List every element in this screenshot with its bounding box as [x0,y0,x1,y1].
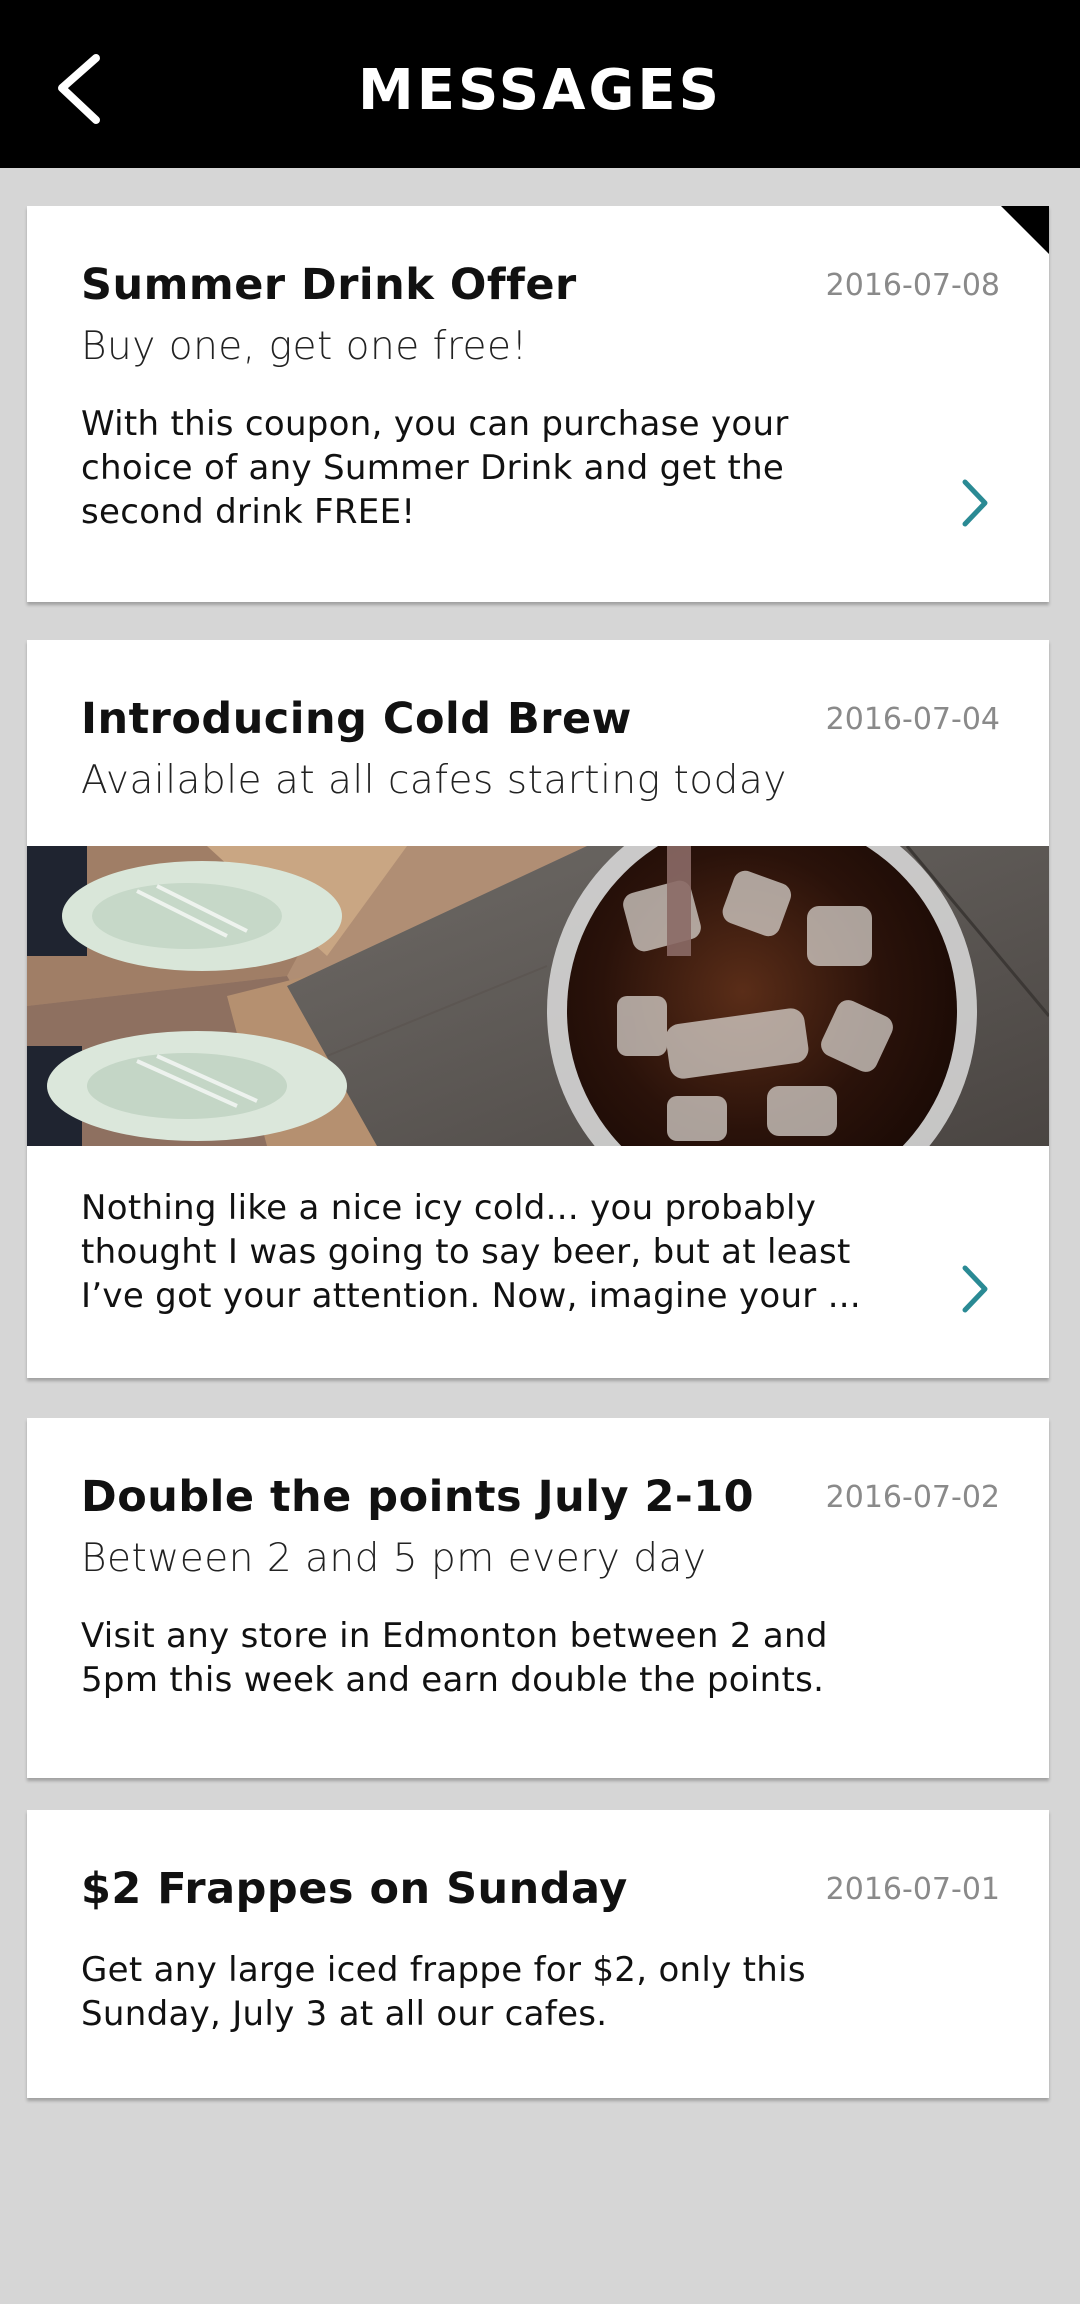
top-bar: MESSAGES [0,0,1080,168]
message-body-line: I’ve got your attention. Now, imagine yo… [81,1276,862,1316]
message-body-line: With this coupon, you can purchase your [81,404,789,444]
message-body: Nothing like a nice icy cold... you prob… [81,1186,901,1318]
message-body-line: thought I was going to say beer, but at … [81,1232,851,1272]
message-body-line: second drink FREE! [81,492,416,532]
message-body: With this coupon, you can purchase your … [81,402,901,534]
message-body: Get any large iced frappe for $2, only t… [81,1948,901,2036]
message-body: Visit any store in Edmonton between 2 an… [81,1614,901,1702]
message-card-cold-brew[interactable]: Introducing Cold Brew 2016-07-04 Availab… [27,640,1049,1378]
page-title: MESSAGES [357,58,723,123]
message-subtitle: Buy one, get one free! [81,324,528,369]
chevron-right-icon[interactable] [957,476,993,530]
cold-brew-photo [27,846,1049,1146]
message-card-frappes[interactable]: $2 Frappes on Sunday 2016-07-01 Get any … [27,1810,1049,2098]
message-body-line: Nothing like a nice icy cold... you prob… [81,1188,817,1228]
message-title: Introducing Cold Brew [81,694,632,744]
message-body-line: choice of any Summer Drink and get the [81,448,785,488]
message-card-double-points[interactable]: Double the points July 2-10 2016-07-02 B… [27,1418,1049,1778]
message-date: 2016-07-08 [825,268,1000,303]
message-date: 2016-07-02 [825,1480,1000,1515]
message-title: Double the points July 2-10 [81,1472,755,1522]
unread-indicator [1001,206,1049,254]
message-body-line: Visit any store in Edmonton between 2 an… [81,1616,828,1656]
message-body-line: Sunday, July 3 at all our cafes. [81,1994,608,2034]
message-title: $2 Frappes on Sunday [81,1864,628,1914]
message-date: 2016-07-01 [825,1872,1000,1907]
message-date: 2016-07-04 [825,702,1000,737]
chevron-right-icon[interactable] [957,1262,993,1316]
message-body-line: 5pm this week and earn double the points… [81,1660,825,1700]
message-subtitle: Available at all cafes starting today [81,758,787,803]
message-title: Summer Drink Offer [81,260,577,310]
message-card-summer-drink[interactable]: Summer Drink Offer 2016-07-08 Buy one, g… [27,206,1049,602]
message-subtitle: Between 2 and 5 pm every day [81,1536,707,1581]
message-body-line: Get any large iced frappe for $2, only t… [81,1950,806,1990]
